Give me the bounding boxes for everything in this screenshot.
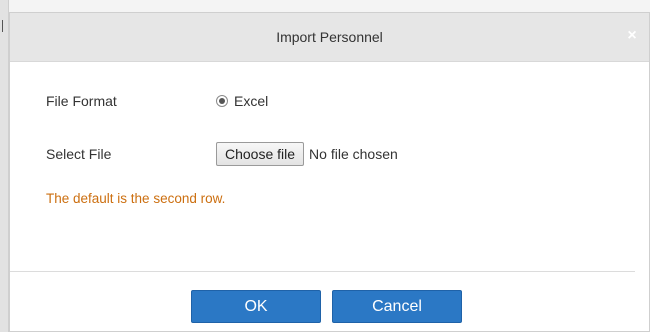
default-row-note: The default is the second row. [46,191,226,206]
file-format-label: File Format [46,93,117,109]
file-status-text: No file chosen [309,146,398,162]
select-file-row: Select File Choose file No file chosen [46,142,398,166]
dialog-titlebar: Import Personnel × [10,13,649,62]
file-format-row: File Format Excel [46,93,268,109]
select-file-label: Select File [46,146,112,162]
excel-option-label[interactable]: Excel [234,93,268,109]
radio-selected-dot [219,98,225,104]
ok-button[interactable]: OK [191,290,321,323]
cancel-button[interactable]: Cancel [332,290,462,323]
import-personnel-dialog: Import Personnel × File Format Excel Sel… [9,12,650,332]
background-window-edge [0,0,9,332]
excel-radio-button[interactable] [216,95,228,107]
choose-file-button[interactable]: Choose file [216,142,305,166]
footer-divider [10,271,635,272]
close-icon[interactable]: × [621,25,643,47]
window-edge-marker [2,20,3,32]
dialog-title: Import Personnel [276,29,383,45]
